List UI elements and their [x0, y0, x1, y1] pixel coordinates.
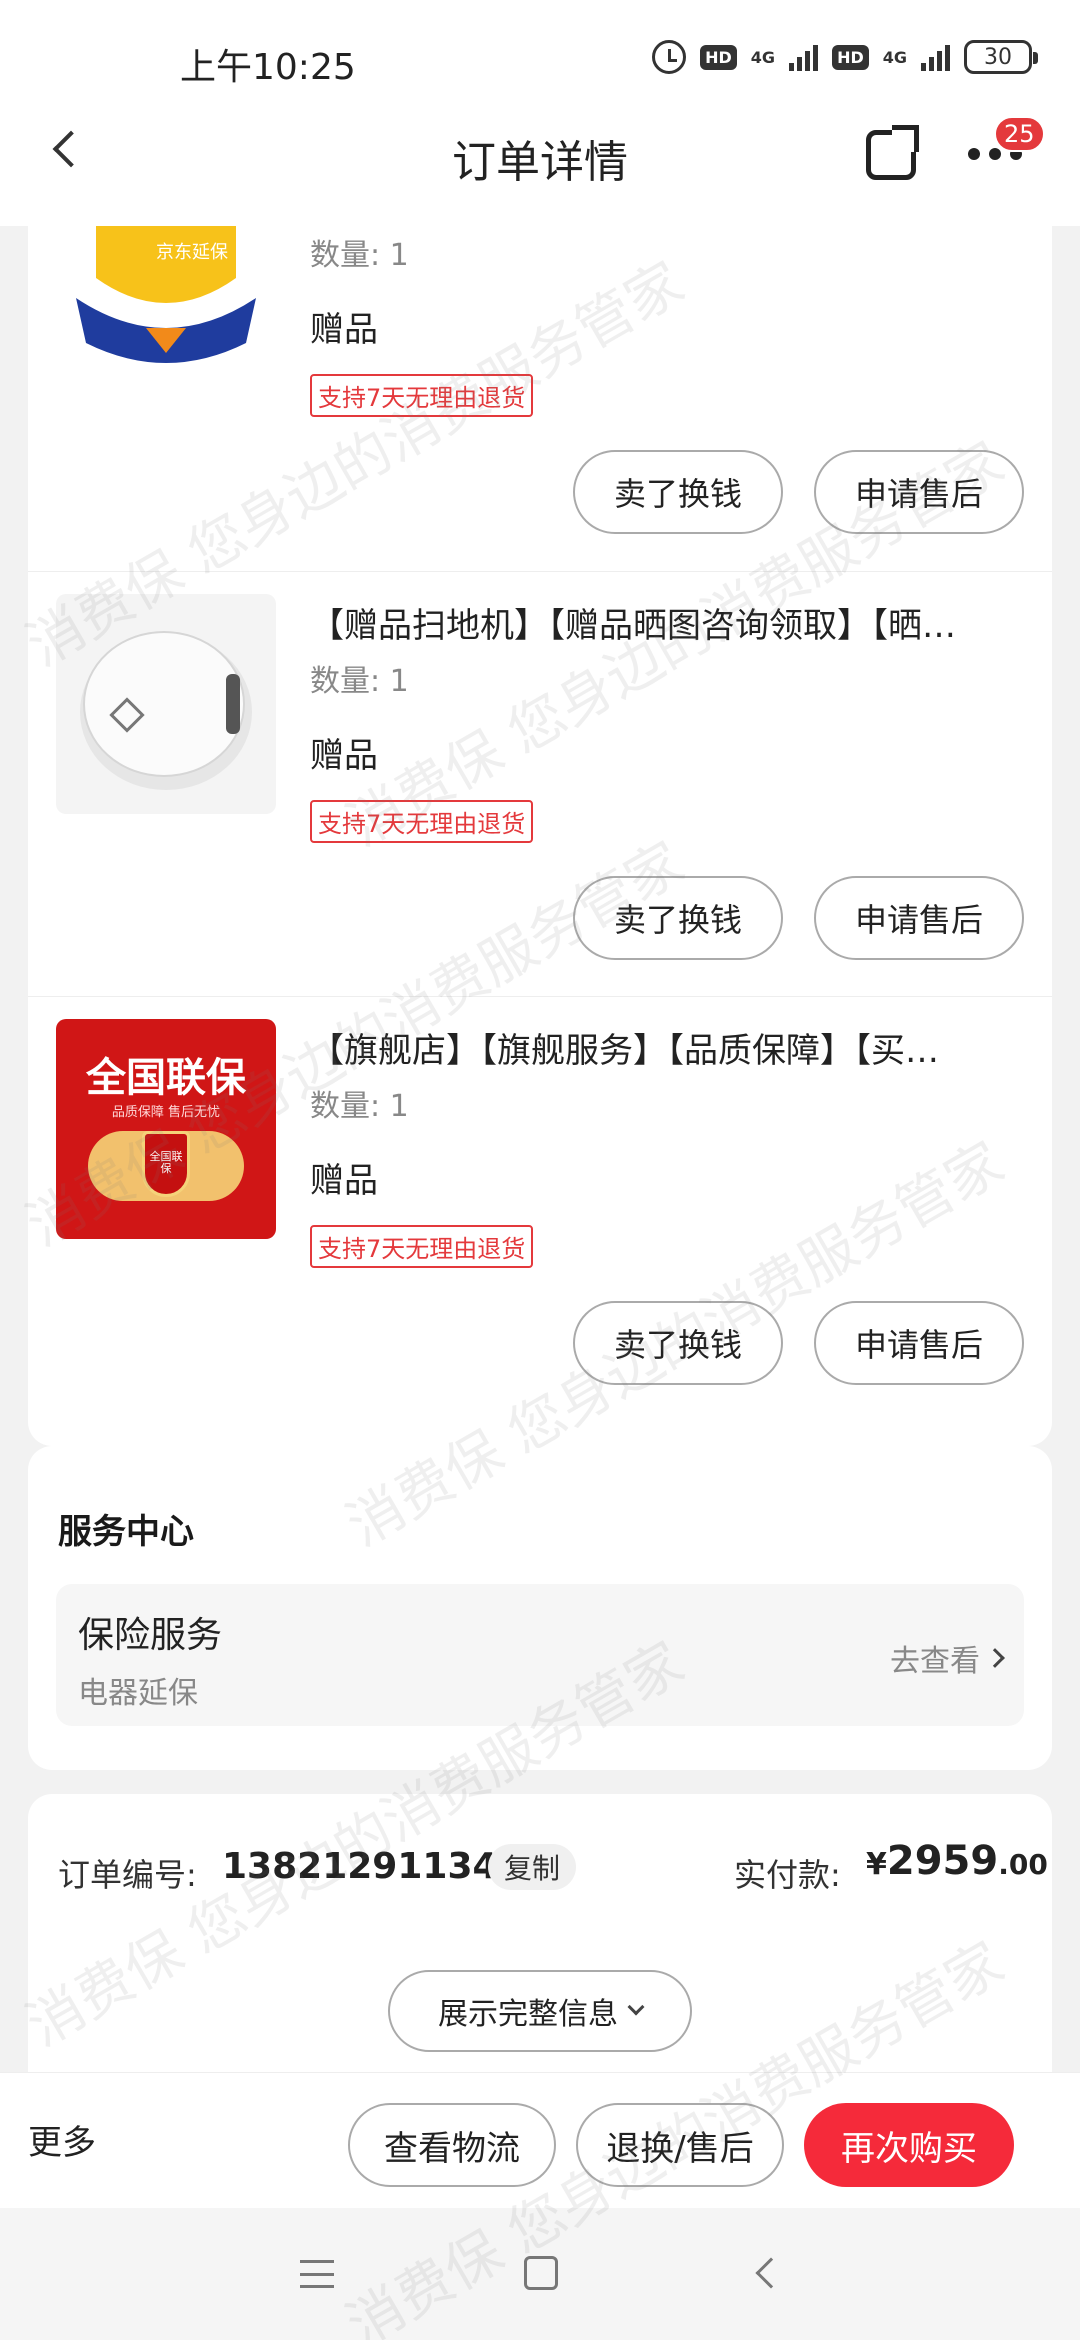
home-icon[interactable] [524, 2256, 558, 2290]
national-warranty-thumb-sub: 品质保障 售后无忧 [111, 1105, 221, 1120]
show-full-info-label: 展示完整信息 [438, 1997, 618, 2032]
product-thumbnail[interactable]: 全国联保 品质保障 售后无忧 全国联保 [56, 1019, 276, 1239]
hd-icon: HD [700, 44, 737, 70]
status-icons: HD 4G HD 4G 30 [652, 40, 1038, 74]
product-thumbnail[interactable]: 京东延保 [56, 226, 276, 388]
network-type: 4G [750, 47, 776, 67]
signal-icon [921, 43, 950, 71]
product-quantity: 数量: 1 [310, 1089, 409, 1124]
product-item[interactable]: 全国联保 品质保障 售后无忧 全国联保 【旗舰店】【旗舰服务】【品质保障】【买…… [28, 996, 1052, 1421]
apply-after-sales-button[interactable]: 申请售后 [814, 1301, 1024, 1385]
product-item[interactable]: 京东延保 数量: 1 赠品 支持7天无理由退货 卖了换钱 申请售后 [28, 226, 1052, 571]
view-service-link[interactable]: 去查看 [890, 1636, 1005, 1680]
robot-vacuum-icon [80, 631, 252, 790]
service-center-card: 服务中心 保险服务 电器延保 去查看 [28, 1446, 1052, 1770]
insurance-service-name: 保险服务 [78, 1615, 223, 1656]
product-price: 赠品 [310, 736, 378, 776]
product-quantity: 数量: 1 [310, 664, 409, 699]
share-icon[interactable] [866, 125, 919, 180]
show-full-info-button[interactable]: 展示完整信息 [388, 1970, 692, 2052]
top-bar: 上午10:25 HD 4G HD 4G 30 订单详情 25 [0, 0, 1080, 226]
hd-icon: HD [832, 44, 869, 70]
order-detail-content[interactable]: 京东延保 数量: 1 赠品 支持7天无理由退货 卖了换钱 申请售后 【赠品扫地机… [0, 226, 1080, 2072]
network-type: 4G [882, 47, 907, 67]
product-thumbnail[interactable] [56, 594, 276, 814]
view-service-label: 去查看 [890, 1644, 980, 1679]
product-price: 赠品 [310, 1161, 378, 1201]
return-policy-tag: 支持7天无理由退货 [310, 1225, 534, 1268]
bottom-action-bar: 更多 查看物流 退换/售后 再次购买 [0, 2072, 1080, 2208]
view-logistics-button[interactable]: 查看物流 [348, 2103, 556, 2187]
system-nav-bar [0, 2208, 1080, 2340]
menu-icon[interactable] [300, 2260, 334, 2288]
apply-after-sales-button[interactable]: 申请售后 [814, 450, 1024, 534]
product-item[interactable]: 【赠品扫地机】【赠品晒图咨询领取】【晒… 数量: 1 赠品 支持7天无理由退货 … [28, 571, 1052, 996]
chevron-down-icon [627, 1998, 645, 2016]
shield-seal-text: 全国联保 [149, 1150, 183, 1175]
battery-icon: 30 [964, 40, 1038, 74]
more-button[interactable]: 更多 [28, 2115, 96, 2164]
return-after-sales-button[interactable]: 退换/售后 [576, 2103, 784, 2187]
sell-button[interactable]: 卖了换钱 [573, 1301, 783, 1385]
return-policy-tag: 支持7天无理由退货 [310, 800, 534, 843]
apply-after-sales-button[interactable]: 申请售后 [814, 876, 1024, 960]
sell-button[interactable]: 卖了换钱 [573, 876, 783, 960]
service-center-title: 服务中心 [58, 1512, 194, 1552]
paid-amount: ¥2959.00 [866, 1838, 1048, 1884]
paid-integer: 2959 [886, 1838, 999, 1884]
product-title[interactable]: 【旗舰店】【旗舰服务】【品质保障】【买… [310, 1023, 1020, 1072]
order-info-card: 订单编号: 138212911343 复制 实付款: ¥2959.00 展示完整… [28, 1794, 1052, 2072]
paid-decimal: .00 [998, 1848, 1048, 1881]
buy-again-button[interactable]: 再次购买 [804, 2103, 1014, 2187]
insurance-service-item[interactable]: 保险服务 电器延保 去查看 [56, 1584, 1024, 1726]
message-badge: 25 [994, 116, 1045, 152]
products-card: 京东延保 数量: 1 赠品 支持7天无理由退货 卖了换钱 申请售后 【赠品扫地机… [28, 226, 1052, 1446]
copy-button[interactable]: 复制 [488, 1844, 577, 1890]
status-time: 上午10:25 [180, 47, 356, 88]
sell-button[interactable]: 卖了换钱 [573, 450, 783, 534]
alarm-icon [652, 40, 687, 74]
product-price: 赠品 [310, 310, 378, 350]
order-number: 138212911343 [222, 1846, 523, 1887]
national-warranty-thumb-title: 全国联保 [86, 1055, 246, 1101]
warranty-thumb-text: 京东延保 [156, 242, 228, 263]
chevron-right-icon [985, 1648, 1005, 1668]
product-title[interactable]: 【赠品扫地机】【赠品晒图咨询领取】【晒… [310, 598, 1020, 647]
currency-symbol: ¥ [866, 1847, 887, 1882]
order-number-label: 订单编号: [58, 1856, 197, 1894]
paid-label: 实付款: [734, 1856, 841, 1894]
nav-back-icon[interactable] [755, 2257, 787, 2289]
signal-icon [789, 43, 819, 71]
insurance-service-subtitle: 电器延保 [78, 1676, 198, 1711]
product-quantity: 数量: 1 [310, 238, 409, 273]
return-policy-tag: 支持7天无理由退货 [310, 374, 534, 417]
